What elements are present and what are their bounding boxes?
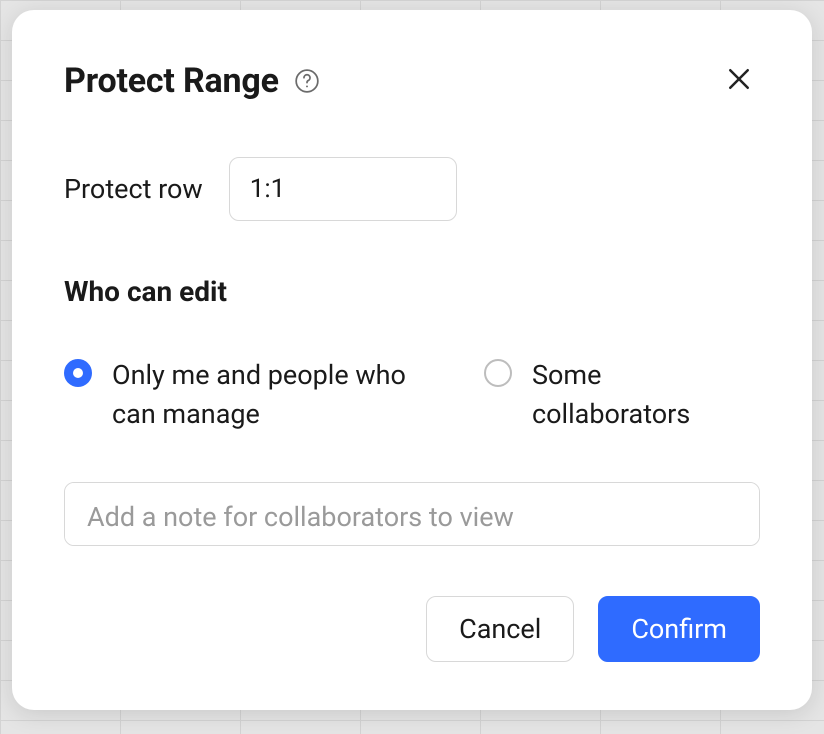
- confirm-button[interactable]: Confirm: [598, 596, 760, 662]
- dialog-footer: Cancel Confirm: [64, 596, 760, 662]
- dialog-header: Protect Range: [64, 58, 760, 103]
- protect-row-input[interactable]: [229, 157, 457, 221]
- close-icon: [724, 64, 754, 97]
- protect-row-label: Protect row: [64, 173, 203, 205]
- protect-row-field: Protect row: [64, 157, 760, 221]
- close-button[interactable]: [718, 58, 760, 103]
- dialog-title: Protect Range: [64, 61, 279, 101]
- radio-indicator-selected: [64, 359, 92, 387]
- title-wrap: Protect Range: [64, 61, 321, 101]
- protect-range-dialog: Protect Range Protect row Who can edit: [12, 10, 812, 710]
- radio-indicator-unselected: [484, 359, 512, 387]
- radio-some-collab-label: Some collaborators: [532, 356, 760, 434]
- note-input[interactable]: [64, 482, 760, 546]
- radio-only-me-label: Only me and people who can manage: [112, 356, 434, 434]
- radio-only-me[interactable]: Only me and people who can manage: [64, 356, 434, 434]
- cancel-button[interactable]: Cancel: [426, 596, 574, 662]
- who-can-edit-radio-group: Only me and people who can manage Some c…: [64, 356, 760, 434]
- help-icon[interactable]: [293, 67, 321, 95]
- who-can-edit-heading: Who can edit: [64, 275, 760, 308]
- radio-some-collaborators[interactable]: Some collaborators: [484, 356, 760, 434]
